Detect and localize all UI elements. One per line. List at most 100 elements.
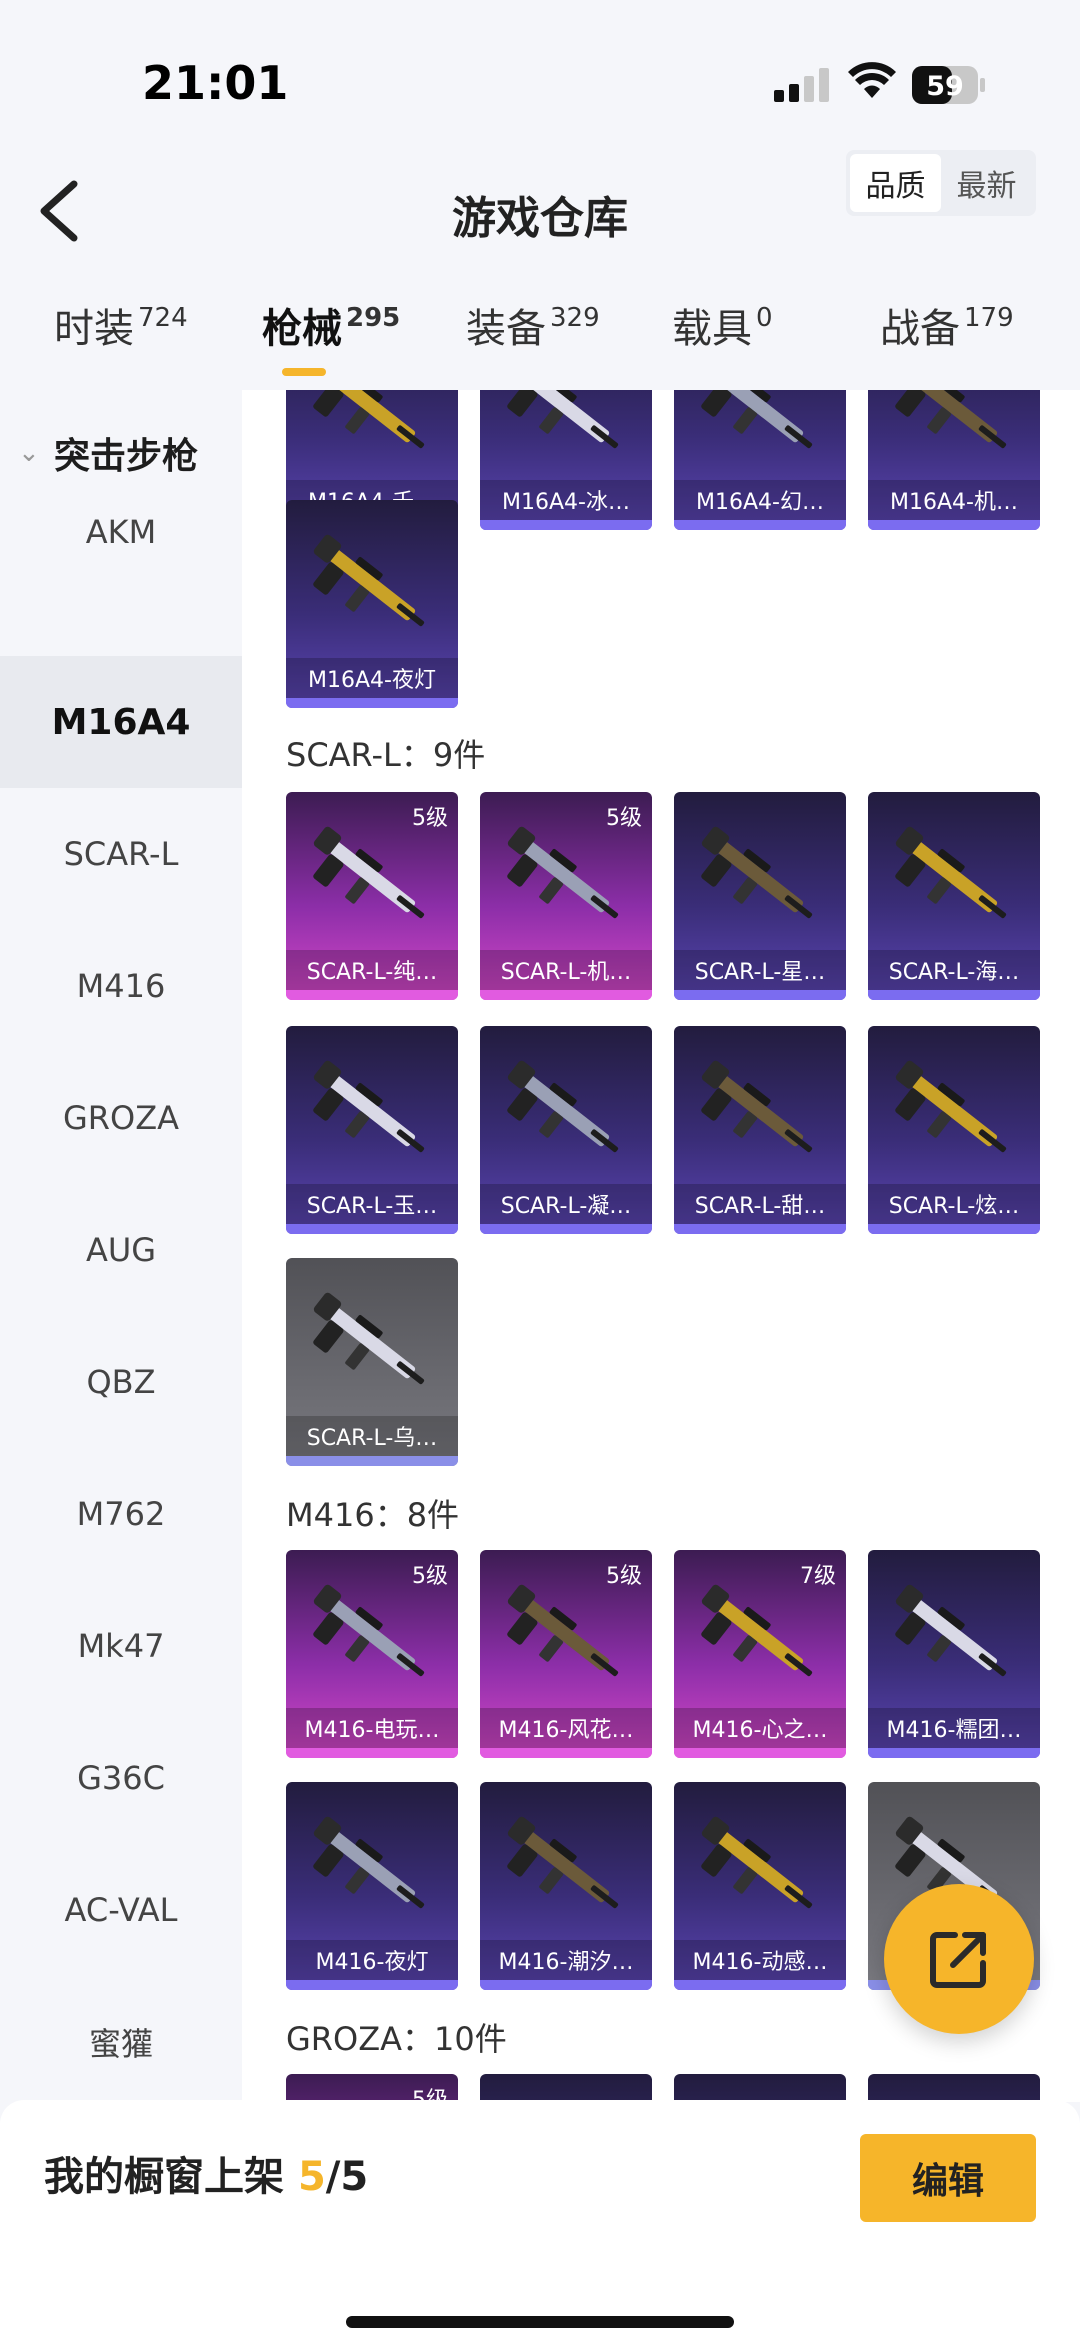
skin-name: SCAR-L-海…	[868, 950, 1040, 990]
skin-name: SCAR-L-玉…	[286, 1184, 458, 1224]
rifle-icon	[507, 1816, 619, 1909]
skin-card-m416[interactable]: 5级 M416-电玩…	[286, 1550, 458, 1758]
skin-card-scar-l[interactable]: 5级 SCAR-L-机…	[480, 792, 652, 1000]
tab-count: 0	[756, 303, 773, 333]
skin-card-m416[interactable]: M416-动感…	[674, 1782, 846, 1990]
tab-combat-gear[interactable]: 战备 179	[880, 296, 1014, 354]
skin-level-badge: 5级	[606, 806, 642, 831]
showcase-total: /5	[325, 2154, 369, 2200]
skin-level-badge: 5级	[606, 1564, 642, 1589]
rifle-icon	[313, 534, 425, 627]
showcase-bar: 我的橱窗上架 5/5 编辑	[0, 2100, 1080, 2348]
rifle-icon	[701, 1816, 813, 1909]
sidebar-item-m16a4[interactable]: M16A4	[0, 656, 242, 788]
skin-card-scar-l[interactable]: SCAR-L-甜…	[674, 1026, 846, 1234]
skin-card-m416[interactable]: M416-糯团…	[868, 1550, 1040, 1758]
sidebar-item-ac-val[interactable]: AC-VAL	[0, 1844, 242, 1976]
rifle-icon	[313, 390, 425, 449]
skin-name: M416-风花…	[480, 1708, 652, 1748]
skin-name: M416-心之…	[674, 1708, 846, 1748]
skin-card-m416[interactable]: M416-夜灯	[286, 1782, 458, 1990]
category-tabs: 时装 724 枪械 295 装备 329 载具 0 战备 179	[0, 296, 1080, 382]
showcase-current: 5	[297, 2154, 326, 2200]
rifle-icon	[507, 1584, 619, 1677]
rifle-icon	[313, 1292, 425, 1385]
tab-label: 战备	[880, 306, 960, 352]
rifle-icon	[507, 826, 619, 919]
skin-card-scar-l[interactable]: 5级 SCAR-L-纯…	[286, 792, 458, 1000]
skin-card-groza[interactable]: 5级	[286, 2074, 458, 2102]
sidebar-item-m762[interactable]: M762	[0, 1448, 242, 1580]
sort-newest-option[interactable]: 最新	[941, 154, 1032, 212]
tab-equipment[interactable]: 装备 329	[466, 296, 600, 354]
share-out-icon	[930, 1932, 986, 1988]
skin-card-scar-l[interactable]: SCAR-L-凝…	[480, 1026, 652, 1234]
skin-card-scar-l[interactable]: SCAR-L-玉…	[286, 1026, 458, 1234]
rifle-icon	[507, 1060, 619, 1153]
tab-count: 295	[346, 303, 401, 333]
showcase-label: 我的橱窗上架	[44, 2154, 298, 2200]
skin-name: M416-电玩…	[286, 1708, 458, 1748]
rifle-icon	[895, 1060, 1007, 1153]
sidebar-item-groza[interactable]: GROZA	[0, 1052, 242, 1184]
skin-level-badge: 5级	[412, 2088, 448, 2102]
tab-count: 329	[550, 303, 600, 333]
skin-level-badge: 5级	[412, 1564, 448, 1589]
sidebar-item-aug[interactable]: AUG	[0, 1184, 242, 1316]
tab-vehicles[interactable]: 载具 0	[672, 296, 773, 354]
tab-count: 179	[964, 303, 1014, 333]
section-title-m416: M416：8件	[286, 1496, 460, 1534]
skin-card-groza[interactable]	[674, 2074, 846, 2102]
sort-toggle: 品质 最新	[846, 150, 1036, 216]
tab-label: 枪械	[262, 306, 342, 352]
skin-card-scar-l[interactable]: SCAR-L-星…	[674, 792, 846, 1000]
rifle-icon	[313, 1060, 425, 1153]
rifle-icon	[895, 826, 1007, 919]
skin-name: M416-潮汐…	[480, 1940, 652, 1980]
skin-level-badge: 7级	[800, 1564, 836, 1589]
skin-name: M416-动感…	[674, 1940, 846, 1980]
rifle-icon	[701, 1060, 813, 1153]
sidebar-item-honey-badger[interactable]: 蜜獾	[0, 1976, 242, 2108]
section-title-groza: GROZA：10件	[286, 2020, 507, 2058]
skin-card-groza[interactable]	[868, 2074, 1040, 2102]
tab-guns[interactable]: 枪械 295	[262, 296, 400, 354]
skin-card-m416[interactable]: 7级 M416-心之…	[674, 1550, 846, 1758]
skin-name: M16A4-夜灯	[286, 658, 458, 698]
sidebar-item-mk47[interactable]: Mk47	[0, 1580, 242, 1712]
skin-card-m16a4[interactable]: M16A4-幻…	[674, 390, 846, 530]
rifle-icon	[701, 1584, 813, 1677]
sidebar-item-g36c[interactable]: G36C	[0, 1712, 242, 1844]
share-button[interactable]	[884, 1884, 1034, 2034]
skin-card-groza[interactable]	[480, 2074, 652, 2102]
skin-name: SCAR-L-机…	[480, 950, 652, 990]
edit-button[interactable]: 编辑	[860, 2134, 1036, 2222]
skin-card-scar-l[interactable]: SCAR-L-炫…	[868, 1026, 1040, 1234]
active-tab-indicator	[282, 368, 326, 376]
sidebar-item-scar-l[interactable]: SCAR-L	[0, 788, 242, 920]
skin-card-scar-l[interactable]: SCAR-L-海…	[868, 792, 1040, 1000]
rifle-icon	[313, 1816, 425, 1909]
status-time: 21:01	[142, 56, 289, 110]
skin-card-m416[interactable]: M416-潮汐…	[480, 1782, 652, 1990]
skin-card-m16a4[interactable]: M16A4-夜灯	[286, 500, 458, 708]
tab-label: 时装	[54, 306, 134, 352]
skin-card-m16a4[interactable]: M16A4-冰…	[480, 390, 652, 530]
sidebar-item-akm[interactable]: AKM	[0, 466, 242, 598]
sidebar-item-qbz[interactable]: QBZ	[0, 1316, 242, 1448]
skin-card-m16a4[interactable]: M16A4-机…	[868, 390, 1040, 530]
skin-name: SCAR-L-甜…	[674, 1184, 846, 1224]
sidebar-item-m416[interactable]: M416	[0, 920, 242, 1052]
sort-quality-option[interactable]: 品质	[850, 154, 941, 212]
skin-name: M416-糯团…	[868, 1708, 1040, 1748]
skin-name: SCAR-L-凝…	[480, 1184, 652, 1224]
skin-name: M16A4-冰…	[480, 480, 652, 520]
skin-name: SCAR-L-炫…	[868, 1184, 1040, 1224]
rifle-icon	[895, 390, 1007, 449]
skin-card-m416[interactable]: 5级 M416-风花…	[480, 1550, 652, 1758]
battery-level: 59	[926, 71, 964, 102]
tab-fashion[interactable]: 时装 724	[54, 296, 188, 354]
weapon-sidebar: ⌄ 突击步枪 AKM M16A4 SCAR-L M416 GROZA AUG Q…	[0, 390, 242, 2100]
showcase-count: 我的橱窗上架 5/5	[44, 2144, 368, 2202]
skin-card-scar-l[interactable]: SCAR-L-乌…	[286, 1258, 458, 1466]
